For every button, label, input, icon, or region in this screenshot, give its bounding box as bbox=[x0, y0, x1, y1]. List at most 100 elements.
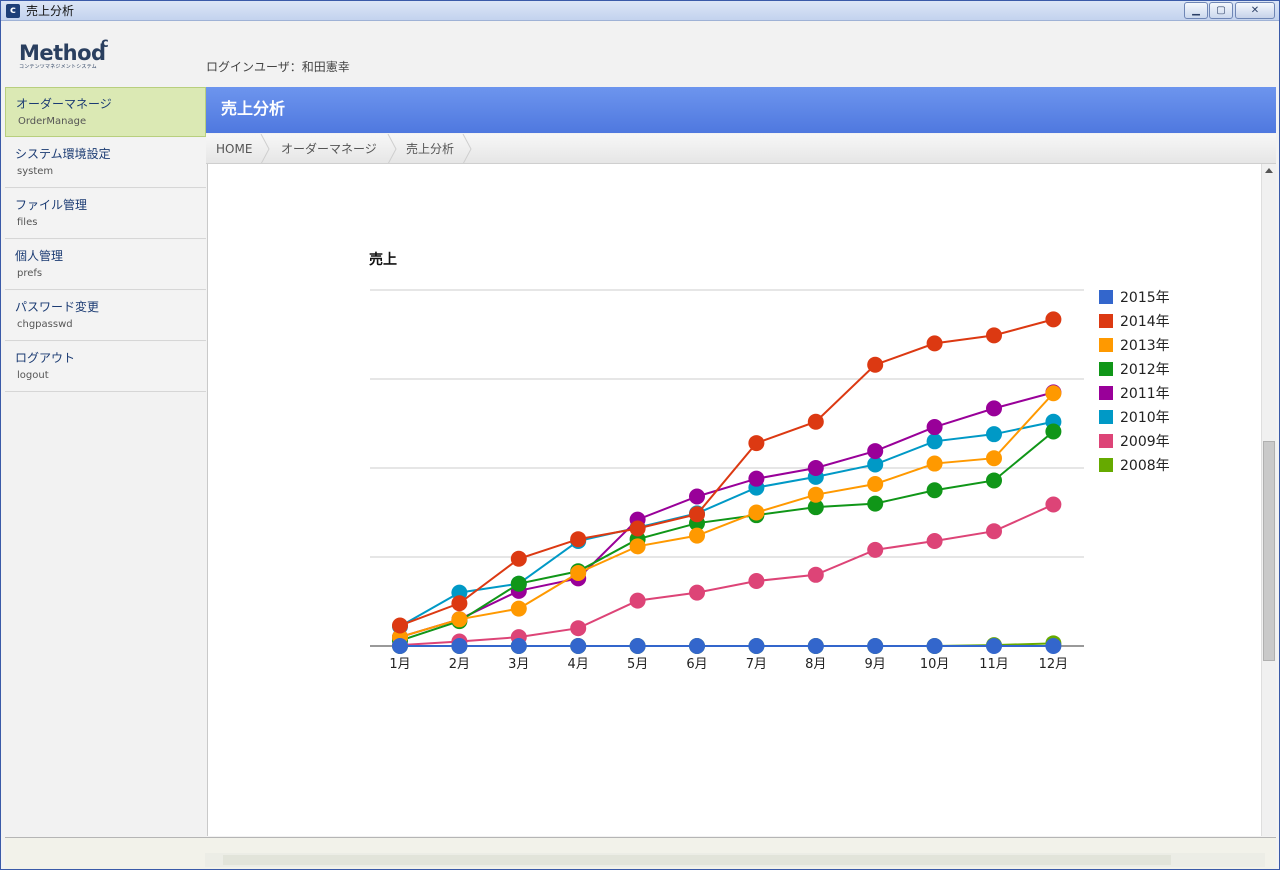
breadcrumb-ordermanage[interactable]: オーダーマネージ bbox=[281, 134, 377, 164]
data-point[interactable] bbox=[570, 638, 587, 654]
data-point[interactable] bbox=[867, 541, 884, 558]
data-point[interactable] bbox=[926, 455, 943, 472]
sidebar-item-label: システム環境設定 bbox=[15, 147, 111, 161]
data-point[interactable] bbox=[510, 575, 527, 592]
x-tick-label: 11月 bbox=[979, 657, 1009, 672]
data-point[interactable] bbox=[807, 566, 824, 583]
data-point[interactable] bbox=[926, 532, 943, 549]
sidebar-item-files[interactable]: ファイル管理 files bbox=[5, 189, 206, 239]
data-point[interactable] bbox=[1045, 311, 1062, 328]
data-point[interactable] bbox=[867, 443, 884, 460]
data-point[interactable] bbox=[451, 638, 468, 654]
sidebar-item-sub: logout bbox=[17, 370, 49, 381]
horizontal-scrollbar[interactable] bbox=[205, 853, 1265, 867]
data-point[interactable] bbox=[748, 638, 765, 654]
sidebar-item-logout[interactable]: ログアウト logout bbox=[5, 342, 206, 392]
data-point[interactable] bbox=[1045, 496, 1062, 513]
data-point[interactable] bbox=[807, 638, 824, 654]
close-icon: ✕ bbox=[1250, 5, 1260, 16]
data-point[interactable] bbox=[392, 638, 408, 654]
horizontal-scroll-thumb[interactable] bbox=[223, 855, 1171, 865]
data-point[interactable] bbox=[807, 460, 824, 476]
data-point[interactable] bbox=[451, 595, 468, 612]
vertical-scrollbar[interactable] bbox=[1261, 164, 1276, 836]
data-point[interactable] bbox=[986, 523, 1002, 540]
data-point[interactable] bbox=[510, 638, 527, 654]
sidebar-item-prefs[interactable]: 個人管理 prefs bbox=[5, 240, 206, 290]
data-point[interactable] bbox=[510, 550, 527, 567]
x-tick-label: 12月 bbox=[1039, 657, 1069, 672]
title-bar[interactable]: c 売上分析 ▁ ▢ ✕ bbox=[1, 1, 1279, 21]
legend-label[interactable]: 2012年 bbox=[1120, 362, 1170, 378]
data-point[interactable] bbox=[748, 573, 765, 590]
data-point[interactable] bbox=[689, 527, 705, 544]
data-point[interactable] bbox=[689, 584, 705, 601]
data-point[interactable] bbox=[926, 482, 943, 499]
x-tick-label: 1月 bbox=[389, 657, 410, 672]
maximize-button[interactable]: ▢ bbox=[1209, 2, 1233, 19]
legend-swatch bbox=[1099, 410, 1113, 424]
legend-label[interactable]: 2008年 bbox=[1120, 458, 1170, 474]
data-point[interactable] bbox=[867, 356, 884, 373]
breadcrumb-current: 売上分析 bbox=[406, 142, 455, 156]
data-point[interactable] bbox=[570, 531, 587, 548]
data-point[interactable] bbox=[629, 592, 646, 609]
data-point[interactable] bbox=[926, 638, 943, 654]
legend-label[interactable]: 2010年 bbox=[1120, 410, 1170, 426]
data-point[interactable] bbox=[629, 538, 646, 555]
data-point[interactable] bbox=[629, 638, 646, 654]
logo-text[interactable]: Method bbox=[19, 41, 106, 65]
data-point[interactable] bbox=[926, 419, 943, 436]
scroll-up-icon[interactable] bbox=[1265, 168, 1273, 173]
breadcrumb-home[interactable]: HOME bbox=[216, 134, 252, 164]
data-point[interactable] bbox=[748, 504, 765, 521]
legend-label[interactable]: 2009年 bbox=[1120, 434, 1170, 450]
data-point[interactable] bbox=[986, 472, 1002, 489]
sidebar-item-sub: prefs bbox=[17, 268, 43, 279]
legend-label[interactable]: 2015年 bbox=[1120, 290, 1170, 306]
data-point[interactable] bbox=[807, 413, 824, 430]
series-4 bbox=[392, 384, 1062, 646]
data-point[interactable] bbox=[1045, 638, 1062, 654]
data-point[interactable] bbox=[926, 335, 943, 352]
sidebar-item-chgpasswd[interactable]: パスワード変更 chgpasswd bbox=[5, 291, 206, 341]
data-point[interactable] bbox=[867, 638, 884, 654]
data-point[interactable] bbox=[867, 495, 884, 512]
data-point[interactable] bbox=[748, 470, 765, 487]
data-point[interactable] bbox=[689, 638, 705, 654]
data-point[interactable] bbox=[986, 400, 1002, 417]
data-point[interactable] bbox=[867, 476, 884, 493]
close-button[interactable]: ✕ bbox=[1235, 2, 1275, 19]
data-point[interactable] bbox=[570, 620, 587, 637]
data-point[interactable] bbox=[926, 433, 943, 450]
chart-title: 売上 bbox=[369, 251, 397, 268]
legend-label[interactable]: 2011年 bbox=[1120, 386, 1170, 402]
data-point[interactable] bbox=[1045, 385, 1062, 402]
x-tick-label: 3月 bbox=[508, 657, 529, 672]
app-header: Method c コンテンツマネジメントシステム ログインユーザ：和田憲幸 bbox=[2, 22, 1278, 86]
data-point[interactable] bbox=[986, 450, 1002, 467]
data-point[interactable] bbox=[570, 565, 587, 582]
data-point[interactable] bbox=[986, 426, 1002, 443]
data-point[interactable] bbox=[629, 520, 646, 537]
data-point[interactable] bbox=[986, 638, 1002, 654]
data-point[interactable] bbox=[986, 327, 1002, 344]
legend-swatch bbox=[1099, 362, 1113, 376]
vertical-scroll-thumb[interactable] bbox=[1263, 441, 1275, 661]
x-tick-label: 2月 bbox=[449, 657, 470, 672]
data-point[interactable] bbox=[807, 486, 824, 503]
sidebar-item-ordermanage[interactable]: オーダーマネージ OrderManage bbox=[5, 87, 206, 137]
data-point[interactable] bbox=[748, 435, 765, 452]
data-point[interactable] bbox=[451, 611, 468, 628]
sidebar-item-system[interactable]: システム環境設定 system bbox=[5, 138, 206, 188]
data-point[interactable] bbox=[1045, 423, 1062, 440]
minimize-button[interactable]: ▁ bbox=[1184, 2, 1208, 19]
sidebar-item-sub: chgpasswd bbox=[17, 319, 73, 330]
legend-label[interactable]: 2014年 bbox=[1120, 314, 1170, 330]
data-point[interactable] bbox=[510, 600, 527, 617]
data-point[interactable] bbox=[689, 488, 705, 505]
chart-x-axis: 1月 2月 3月 4月 5月 6月 7月 8月 9月 10月 11月 12月 bbox=[389, 657, 1068, 672]
legend-label[interactable]: 2013年 bbox=[1120, 338, 1170, 354]
data-point[interactable] bbox=[392, 617, 408, 634]
data-point[interactable] bbox=[689, 506, 705, 523]
